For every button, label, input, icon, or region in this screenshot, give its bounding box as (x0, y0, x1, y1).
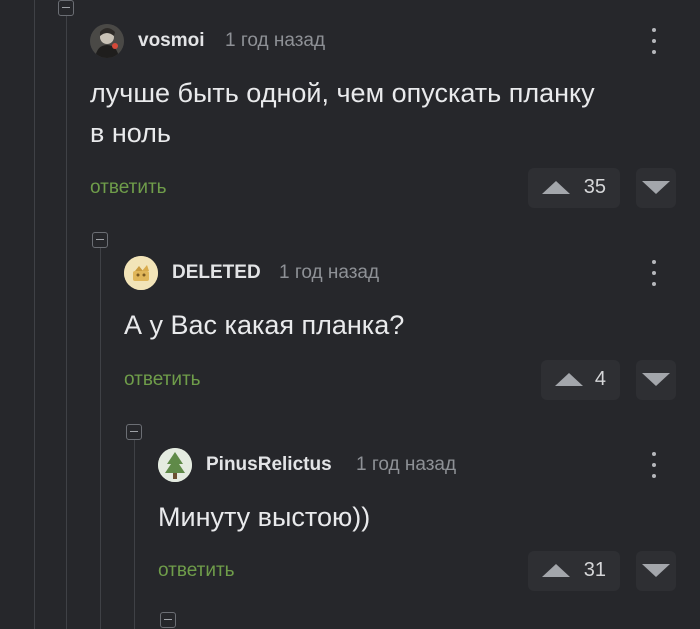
collapse-thread-button[interactable] (92, 232, 108, 248)
collapse-thread-button[interactable] (126, 424, 142, 440)
deleted-user-icon (124, 256, 158, 290)
upvote-button[interactable]: 31 (528, 551, 620, 591)
downvote-arrow-icon (642, 564, 670, 577)
downvote-arrow-icon (642, 181, 670, 194)
thread-line (66, 14, 67, 629)
upvote-arrow-icon (542, 564, 570, 577)
avatar[interactable] (158, 448, 192, 482)
reply-link[interactable]: ответить (90, 177, 167, 199)
reply-link[interactable]: ответить (124, 369, 201, 391)
collapse-thread-button[interactable] (58, 0, 74, 16)
more-options-icon[interactable] (650, 452, 658, 482)
comment-text: Минуту выстою)) (158, 502, 371, 532)
thread-line (100, 248, 101, 629)
downvote-button[interactable] (636, 360, 676, 400)
reply-link[interactable]: ответить (158, 560, 235, 582)
downvote-button[interactable] (636, 551, 676, 591)
username[interactable]: PinusRelictus (206, 454, 332, 476)
username: DELETED (172, 262, 261, 283)
upvote-button[interactable]: 4 (541, 360, 620, 400)
avatar[interactable] (90, 24, 124, 58)
upvote-button[interactable]: 35 (528, 168, 620, 208)
comment-text: лучше быть одной, чем опускать планку (90, 78, 595, 108)
thread-line (134, 440, 135, 629)
timestamp: 1 год назад (356, 454, 457, 475)
user-photo-icon (90, 24, 124, 58)
vote-count: 35 (583, 176, 606, 198)
comment-text: в ноль (90, 118, 171, 148)
thread-line (34, 0, 35, 629)
avatar[interactable] (124, 256, 158, 290)
upvote-arrow-icon (555, 373, 583, 386)
more-options-icon[interactable] (650, 28, 658, 58)
downvote-button[interactable] (636, 168, 676, 208)
collapse-thread-button[interactable] (160, 612, 176, 628)
more-options-icon[interactable] (650, 260, 658, 290)
comment-text: А у Вас какая планка? (124, 310, 405, 340)
username[interactable]: vosmoi (138, 30, 205, 52)
timestamp: 1 год назад (225, 30, 326, 51)
downvote-arrow-icon (642, 373, 670, 386)
vote-count: 4 (594, 368, 606, 390)
timestamp: 1 год назад (279, 262, 380, 283)
vote-count: 31 (583, 559, 606, 581)
upvote-arrow-icon (542, 181, 570, 194)
pine-tree-icon (158, 448, 192, 482)
